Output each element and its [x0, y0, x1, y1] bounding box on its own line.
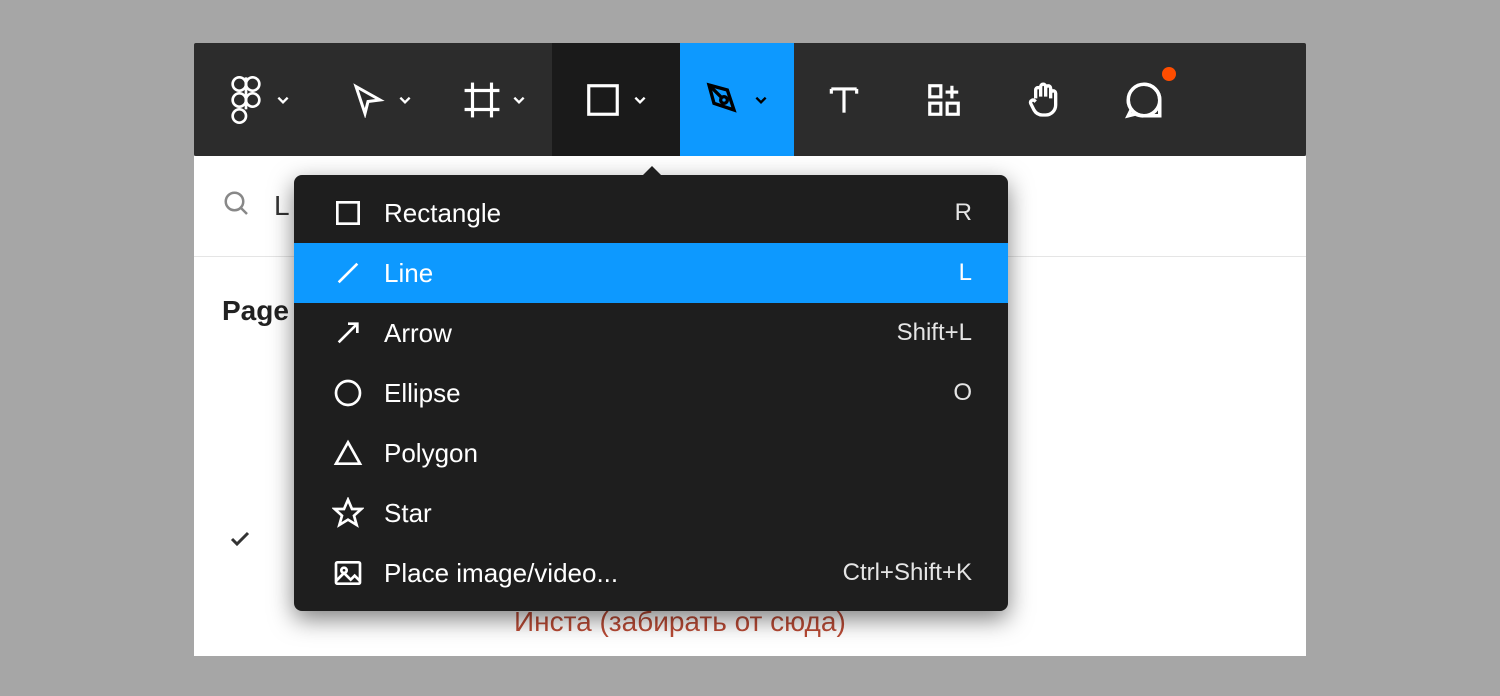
chevron-down-icon — [272, 78, 294, 122]
menu-item-ellipse[interactable]: Ellipse O — [294, 363, 1008, 423]
resources-icon — [922, 78, 966, 122]
menu-label: Rectangle — [384, 198, 955, 229]
menu-shortcut: L — [959, 259, 972, 287]
text-tool-button[interactable] — [794, 43, 894, 156]
menu-item-rectangle[interactable]: Rectangle R — [294, 183, 1008, 243]
menu-shortcut: Ctrl+Shift+K — [843, 559, 972, 587]
menu-shortcut: R — [955, 199, 972, 227]
menu-label: Arrow — [384, 318, 897, 349]
pen-icon — [702, 78, 746, 122]
chevron-down-icon — [394, 78, 416, 122]
image-icon — [328, 553, 368, 593]
menu-label: Polygon — [384, 438, 972, 469]
notification-badge — [1162, 67, 1176, 81]
menu-shortcut: O — [953, 379, 972, 407]
frame-icon — [460, 78, 504, 122]
chevron-down-icon — [508, 78, 530, 122]
resources-tool-button[interactable] — [894, 43, 994, 156]
menu-item-line[interactable]: Line L — [294, 243, 1008, 303]
pen-tool-button[interactable] — [680, 43, 794, 156]
polygon-icon — [328, 433, 368, 473]
menu-item-arrow[interactable]: Arrow Shift+L — [294, 303, 1008, 363]
menu-item-polygon[interactable]: Polygon — [294, 423, 1008, 483]
shape-tool-button[interactable] — [552, 43, 680, 156]
menu-item-place-image[interactable]: Place image/video... Ctrl+Shift+K — [294, 543, 1008, 603]
rectangle-icon — [581, 78, 625, 122]
arrow-icon — [328, 313, 368, 353]
hand-tool-button[interactable] — [994, 43, 1094, 156]
comment-icon — [1122, 78, 1166, 122]
search-icon — [222, 189, 252, 224]
menu-label: Ellipse — [384, 378, 953, 409]
figma-menu-button[interactable] — [194, 43, 324, 156]
frame-tool-button[interactable] — [438, 43, 552, 156]
line-icon — [328, 253, 368, 293]
menu-label: Line — [384, 258, 959, 289]
figma-icon — [224, 78, 268, 122]
shape-dropdown-menu: Rectangle R Line L Arrow Shift+L Ellipse… — [294, 175, 1008, 611]
menu-item-star[interactable]: Star — [294, 483, 1008, 543]
menu-shortcut: Shift+L — [897, 319, 972, 347]
ellipse-icon — [328, 373, 368, 413]
menu-label: Place image/video... — [384, 558, 843, 589]
check-icon — [228, 527, 252, 556]
hand-icon — [1022, 78, 1066, 122]
rectangle-icon — [328, 193, 368, 233]
chevron-down-icon — [750, 78, 772, 122]
text-icon — [822, 78, 866, 122]
star-icon — [328, 493, 368, 533]
search-text: L — [274, 190, 290, 222]
dropdown-arrow — [640, 166, 664, 178]
comment-tool-button[interactable] — [1094, 43, 1194, 156]
move-tool-button[interactable] — [324, 43, 438, 156]
chevron-down-icon — [629, 78, 651, 122]
menu-label: Star — [384, 498, 972, 529]
cursor-icon — [346, 78, 390, 122]
toolbar — [194, 43, 1306, 156]
